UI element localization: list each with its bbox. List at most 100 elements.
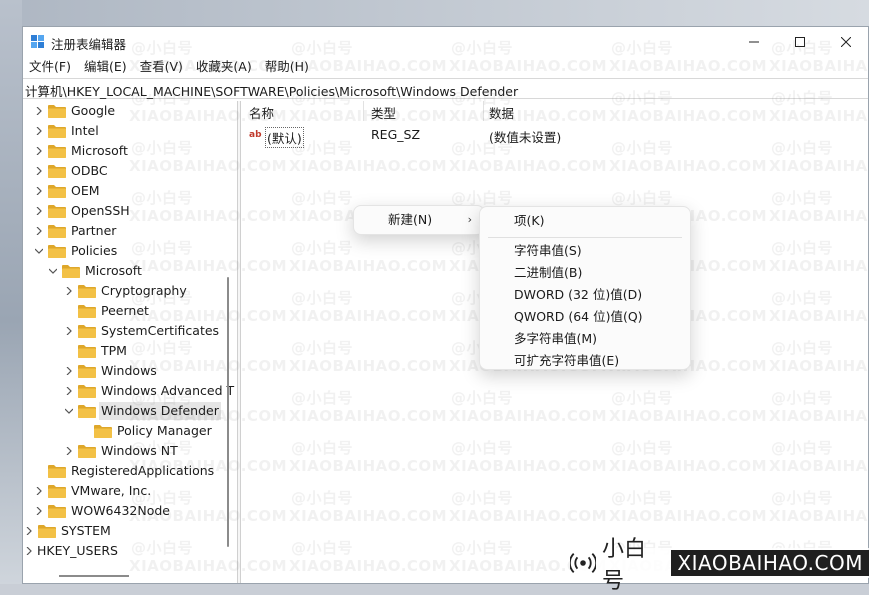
tree-item[interactable]: SystemCertificates xyxy=(63,321,221,341)
chevron-right-icon[interactable] xyxy=(63,385,75,397)
column-divider[interactable] xyxy=(483,101,484,121)
tree-item[interactable]: Peernet xyxy=(63,301,151,321)
tree-item-label: SYSTEM xyxy=(61,523,111,538)
tree-item[interactable]: WOW6432Node xyxy=(33,501,172,521)
column-header-type[interactable]: 类型 xyxy=(371,103,396,122)
chevron-right-icon[interactable] xyxy=(33,125,45,137)
chevron-right-icon[interactable] xyxy=(23,545,35,557)
tree-item-label: WOW6432Node xyxy=(71,503,170,518)
chevron-right-icon[interactable] xyxy=(63,325,75,337)
tree-item[interactable]: Windows xyxy=(63,361,159,381)
registry-editor-icon xyxy=(31,35,44,48)
address-path[interactable]: 计算机\HKEY_LOCAL_MACHINE\SOFTWARE\Policies… xyxy=(25,81,518,100)
chevron-down-icon[interactable] xyxy=(33,245,45,257)
chevron-down-icon[interactable] xyxy=(47,265,59,277)
close-icon xyxy=(841,37,851,47)
folder-icon xyxy=(78,444,96,458)
chevron-right-icon[interactable] xyxy=(63,285,75,297)
address-bar[interactable]: 计算机\HKEY_LOCAL_MACHINE\SOFTWARE\Policies… xyxy=(23,78,868,99)
tree-item[interactable]: Windows NT xyxy=(63,441,180,461)
tree-item[interactable]: OEM xyxy=(33,181,102,201)
minimize-icon xyxy=(749,41,759,43)
tree-item[interactable]: Microsoft xyxy=(33,141,130,161)
chevron-right-icon[interactable] xyxy=(33,485,45,497)
tree-item[interactable]: TPM xyxy=(63,341,129,361)
chevron-right-icon[interactable] xyxy=(63,365,75,377)
tree-item[interactable]: RegisteredApplications xyxy=(33,461,216,481)
submenu-item-multi-string[interactable]: 多字符串值(M) xyxy=(484,328,686,350)
tree-item-label: Google xyxy=(71,103,116,118)
submenu-item-qword[interactable]: QWORD (64 位)值(Q) xyxy=(484,306,686,328)
chevron-right-icon[interactable] xyxy=(33,105,45,117)
value-name: (默认) xyxy=(265,127,304,148)
value-row[interactable]: ab (默认) REG_SZ (数值未设置) xyxy=(243,125,868,148)
chevron-down-icon[interactable] xyxy=(63,405,75,417)
title-bar[interactable]: 注册表编辑器 xyxy=(23,27,868,57)
tree-item[interactable]: Partner xyxy=(33,221,118,241)
menu-edit[interactable]: 编辑(E) xyxy=(78,57,134,77)
column-divider[interactable] xyxy=(363,101,364,121)
column-header-name[interactable]: 名称 xyxy=(249,103,274,122)
submenu-item-key[interactable]: 项(K) xyxy=(484,210,686,232)
tree-item-label: Intel xyxy=(71,123,99,138)
tree-item[interactable]: Policy Manager xyxy=(79,421,214,441)
context-menu-new-label: 新建(N) xyxy=(388,212,433,227)
tree-vertical-scrollbar[interactable] xyxy=(227,277,229,547)
watermark-brand-cn: 小白号 xyxy=(602,537,647,594)
submenu-item-binary[interactable]: 二进制值(B) xyxy=(484,262,686,284)
folder-icon xyxy=(48,164,66,178)
tree-item[interactable]: Intel xyxy=(33,121,101,141)
chevron-right-icon[interactable] xyxy=(33,205,45,217)
submenu-item-expandable-string[interactable]: 可扩充字符串值(E) xyxy=(484,350,686,372)
tree-item-label: OpenSSH xyxy=(71,203,130,218)
chevron-right-icon[interactable] xyxy=(33,165,45,177)
context-menu-new[interactable]: 新建(N) › xyxy=(358,209,480,231)
tree-item[interactable]: OpenSSH xyxy=(33,201,132,221)
tree-item[interactable]: ODBC xyxy=(33,161,110,181)
close-button[interactable] xyxy=(823,27,868,57)
chevron-right-icon[interactable] xyxy=(33,505,45,517)
chevron-right-icon[interactable] xyxy=(33,145,45,157)
broadcast-icon xyxy=(570,553,597,573)
tree-item[interactable]: Google xyxy=(33,101,117,121)
tree-item-label: Microsoft xyxy=(71,143,128,158)
menu-favorites[interactable]: 收藏夹(A) xyxy=(190,57,259,77)
pane-splitter[interactable] xyxy=(237,101,241,583)
submenu-item-dword[interactable]: DWORD (32 位)值(D) xyxy=(484,284,686,306)
tree-item[interactable]: Cryptography xyxy=(63,281,189,301)
column-header-data[interactable]: 数据 xyxy=(489,103,514,122)
folder-icon xyxy=(48,504,66,518)
tree-horizontal-scrollbar[interactable] xyxy=(59,575,129,577)
menu-file[interactable]: 文件(F) xyxy=(23,57,78,77)
desktop-background-left xyxy=(0,0,22,584)
menu-view[interactable]: 查看(V) xyxy=(134,57,190,77)
tree-item[interactable]: Windows Advanced T xyxy=(63,381,236,401)
folder-icon xyxy=(62,264,80,278)
submenu-item-string[interactable]: 字符串值(S) xyxy=(484,240,686,262)
chevron-right-icon[interactable] xyxy=(33,185,45,197)
menu-help[interactable]: 帮助(H) xyxy=(259,57,316,77)
submenu-item-key-label: 项(K) xyxy=(514,213,545,228)
maximize-button[interactable] xyxy=(777,27,823,57)
chevron-right-icon[interactable] xyxy=(33,225,45,237)
window-title: 注册表编辑器 xyxy=(51,37,127,52)
chevron-right-icon[interactable] xyxy=(63,445,75,457)
tree-item[interactable]: VMware, Inc. xyxy=(33,481,153,501)
folder-icon xyxy=(48,244,66,258)
folder-icon xyxy=(48,224,66,238)
chevron-right-icon[interactable] xyxy=(23,525,35,537)
tree-item[interactable]: SYSTEM xyxy=(23,521,113,541)
tree-item[interactable]: HKEY_USERS xyxy=(23,541,120,561)
tree-item-label: Peernet xyxy=(101,303,149,318)
folder-icon xyxy=(48,144,66,158)
desktop-background-top xyxy=(0,0,869,26)
tree-item[interactable]: Microsoft xyxy=(47,261,144,281)
tree-item[interactable]: Policies xyxy=(33,241,119,261)
tree-item-label: Policy Manager xyxy=(117,423,212,438)
minimize-button[interactable] xyxy=(731,27,777,57)
new-submenu: 项(K) 字符串值(S) 二进制值(B) DWORD (32 位)值(D) QW… xyxy=(479,206,691,370)
string-value-icon: ab xyxy=(249,130,262,140)
tree-item[interactable]: Windows Defender xyxy=(63,401,221,421)
